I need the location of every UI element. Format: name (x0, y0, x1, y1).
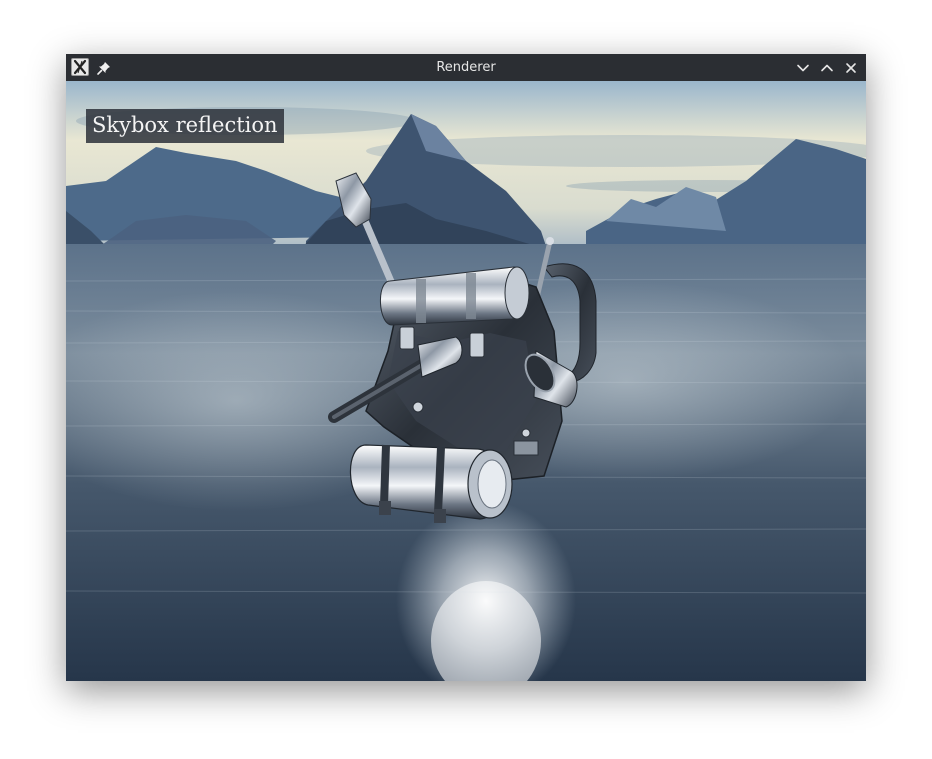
render-viewport[interactable]: Skybox reflection (66, 81, 866, 681)
scene-render (66, 81, 866, 681)
chevron-up-icon (821, 64, 833, 72)
x-window-icon[interactable] (71, 58, 89, 76)
minimize-button[interactable] (794, 59, 812, 77)
close-icon (846, 63, 856, 73)
pin-icon[interactable] (96, 60, 112, 76)
window-title: Renderer (436, 60, 496, 75)
title-bar[interactable]: Renderer (66, 54, 866, 81)
maximize-button[interactable] (818, 59, 836, 77)
chevron-down-icon (797, 64, 809, 72)
close-button[interactable] (842, 59, 860, 77)
renderer-window: Renderer Skybox reflection (66, 54, 866, 681)
scene-label: Skybox reflection (86, 109, 284, 143)
